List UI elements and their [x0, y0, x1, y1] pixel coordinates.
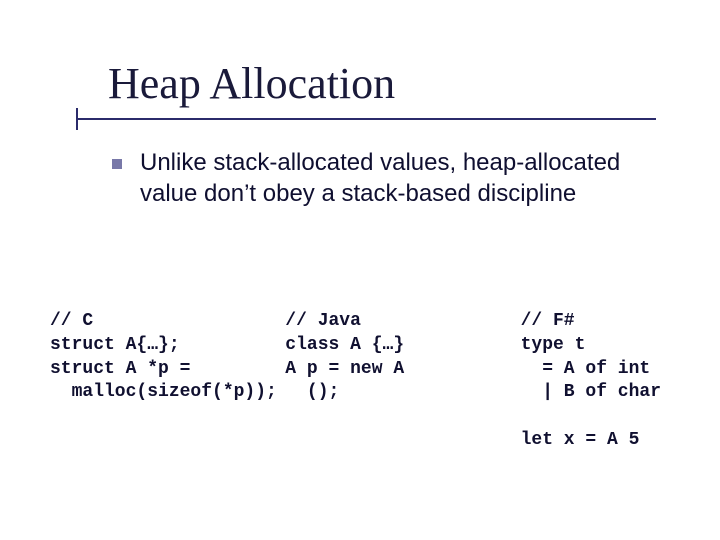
title-rule	[76, 118, 656, 120]
bullet-item: Unlike stack-allocated values, heap-allo…	[112, 148, 666, 209]
slide-body: Unlike stack-allocated values, heap-allo…	[112, 148, 666, 209]
code-java: // Java class A {…} A p = new A ();	[285, 310, 520, 453]
bullet-text: Unlike stack-allocated values, heap-allo…	[140, 148, 666, 209]
bullet-icon	[112, 159, 122, 169]
slide-title: Heap Allocation	[108, 58, 395, 109]
slide: Heap Allocation Unlike stack-allocated v…	[0, 0, 720, 540]
code-columns: // C struct A{…}; struct A *p = malloc(s…	[50, 310, 690, 453]
code-fsharp: // F# type t = A of int | B of char let …	[521, 310, 690, 453]
code-c: // C struct A{…}; struct A *p = malloc(s…	[50, 310, 285, 453]
